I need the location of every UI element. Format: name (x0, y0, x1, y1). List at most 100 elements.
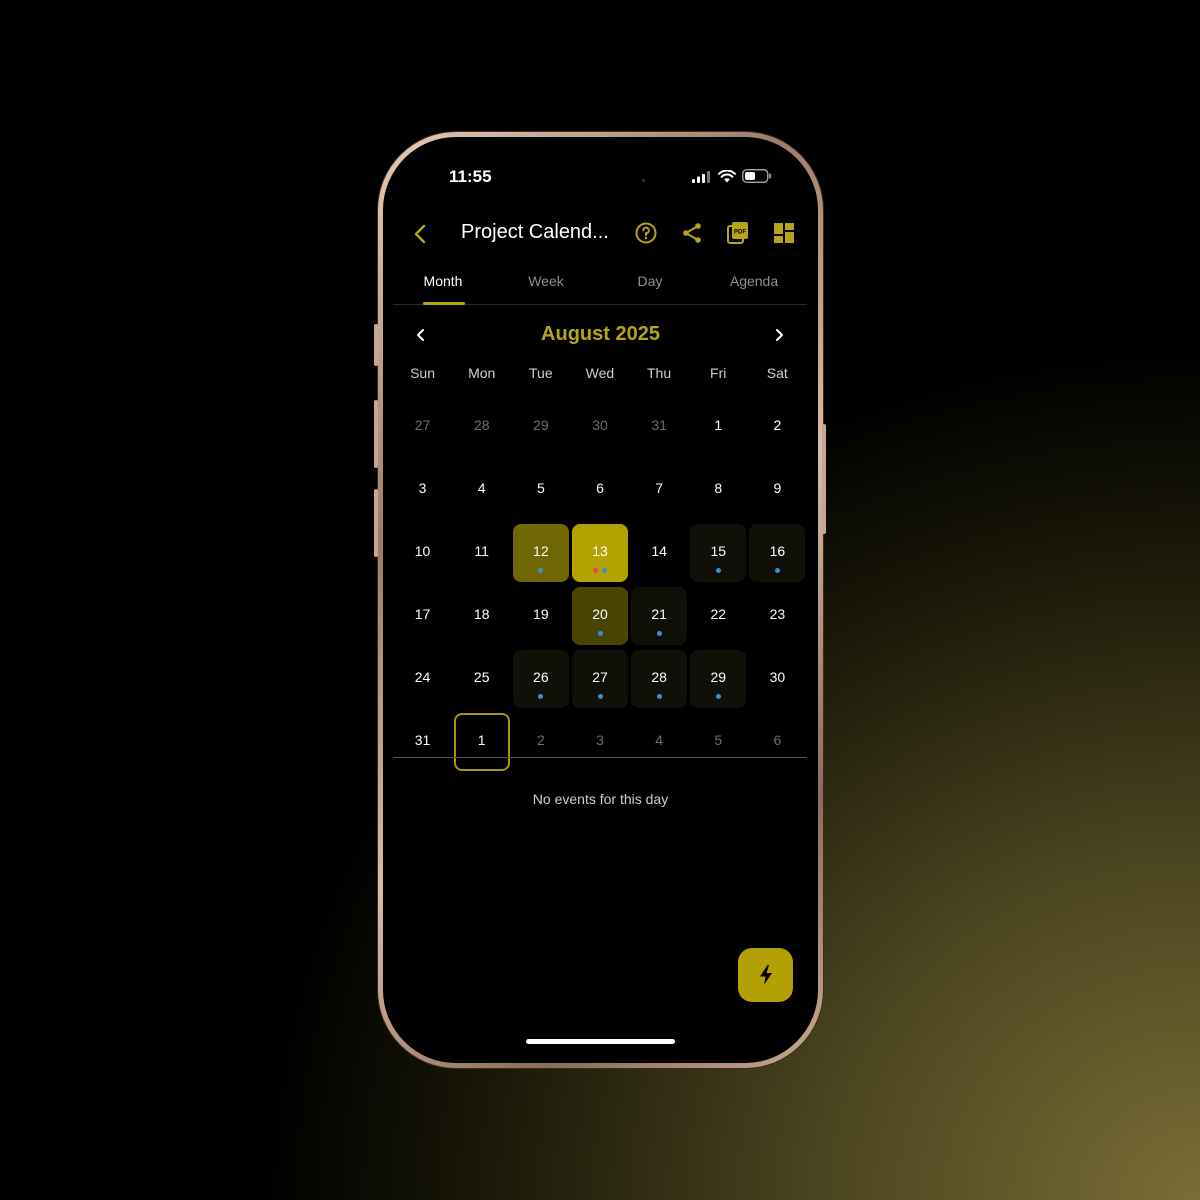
day-number: 28 (651, 669, 667, 685)
event-indicators (513, 694, 569, 699)
calendar-day[interactable]: 2 (513, 711, 569, 769)
day-number: 5 (714, 732, 723, 748)
calendar-day[interactable]: 25 (454, 648, 510, 706)
svg-text:PDF: PDF (734, 230, 746, 236)
calendar-day[interactable]: 30 (572, 396, 628, 454)
day-number: 25 (473, 669, 490, 685)
calendar-day[interactable]: 4 (454, 459, 510, 517)
event-indicators (690, 694, 746, 699)
calendar-day[interactable]: 1 (690, 396, 746, 454)
calendar-day[interactable]: 11 (454, 522, 510, 580)
day-number: 28 (473, 417, 490, 433)
weekday-label: Wed (585, 365, 615, 381)
calendar-day[interactable]: 28 (631, 650, 688, 708)
calendar-day[interactable]: 7 (631, 459, 687, 517)
calendar-day[interactable]: 31 (395, 711, 451, 769)
calendar-day[interactable]: 23 (749, 585, 805, 643)
weekday-label: Sun (410, 365, 436, 381)
tab-week[interactable]: Week (496, 273, 596, 289)
event-dot (656, 631, 662, 636)
calendar-day[interactable]: 28 (454, 396, 510, 454)
calendar-day[interactable]: 2 (749, 396, 805, 454)
wifi-icon (718, 169, 736, 188)
tab-agenda[interactable]: Agenda (704, 273, 804, 289)
day-number: 1 (714, 417, 723, 433)
calendar-day[interactable]: 16 (749, 524, 806, 582)
calendar-day[interactable]: 30 (749, 648, 805, 706)
event-indicators (572, 694, 628, 699)
event-indicators (631, 694, 687, 699)
calendar-day[interactable]: 1 (453, 713, 510, 771)
tab-month[interactable]: Month (393, 273, 493, 289)
volume-up-button (374, 400, 378, 468)
lightning-icon (759, 965, 772, 985)
status-time: 11:55 (449, 167, 492, 186)
calendar-day[interactable]: 3 (572, 711, 628, 769)
quick-action-button[interactable] (738, 948, 793, 1002)
day-number: 30 (592, 417, 608, 433)
weekday-label: Mon (468, 365, 496, 381)
calendar-day[interactable]: 18 (454, 585, 510, 643)
help-icon (635, 222, 657, 244)
calendar-day[interactable]: 15 (690, 524, 747, 582)
calendar-day[interactable]: 9 (749, 459, 805, 517)
day-number: 9 (773, 480, 782, 496)
pdf-button[interactable]: PDF (725, 220, 751, 246)
calendar-day[interactable]: 17 (395, 585, 451, 643)
day-number: 4 (477, 480, 486, 496)
calendar-day[interactable]: 6 (749, 711, 805, 769)
calendar-day[interactable]: 31 (631, 396, 687, 454)
calendar-day[interactable]: 6 (572, 459, 628, 517)
empty-events-message: No events for this day (532, 791, 669, 807)
weekday-label: Fri (710, 365, 727, 381)
day-number: 7 (655, 480, 664, 496)
share-button[interactable] (679, 220, 705, 246)
calendar-day[interactable]: 12 (512, 524, 569, 582)
calendar-day[interactable]: 20 (572, 587, 628, 645)
event-indicators (513, 568, 569, 573)
event-dot (602, 568, 607, 573)
next-month-button[interactable] (769, 325, 789, 345)
event-indicators (572, 568, 628, 573)
calendar-day[interactable]: 24 (395, 648, 451, 706)
calendar-day[interactable]: 27 (395, 396, 451, 454)
event-dot (538, 694, 544, 699)
calendar-day[interactable]: 4 (631, 711, 687, 769)
day-number: 15 (710, 543, 727, 559)
day-number: 10 (414, 543, 431, 559)
day-number: 3 (418, 480, 427, 496)
event-dot (715, 568, 721, 573)
share-icon (683, 223, 701, 243)
event-indicators (572, 631, 628, 636)
view-tabs: Month Week Day Agenda (393, 263, 807, 305)
calendar-day[interactable]: 5 (513, 459, 569, 517)
day-number: 2 (536, 732, 545, 748)
day-number: 12 (533, 543, 549, 559)
help-button[interactable] (633, 220, 659, 246)
tab-day[interactable]: Day (600, 273, 700, 289)
calendar-day[interactable]: 29 (690, 650, 747, 708)
chevron-left-icon (414, 224, 426, 244)
event-dot (593, 568, 598, 573)
calendar-day[interactable]: 3 (395, 459, 451, 517)
calendar-day[interactable]: 26 (512, 650, 569, 708)
divider (393, 757, 807, 758)
calendar-day[interactable]: 10 (395, 522, 451, 580)
day-number: 22 (710, 606, 727, 622)
layout-button[interactable] (771, 220, 797, 246)
calendar-day[interactable]: 13 (572, 524, 628, 582)
day-number: 1 (477, 732, 486, 748)
calendar-day[interactable]: 27 (572, 650, 628, 708)
calendar-day[interactable]: 21 (631, 587, 688, 645)
calendar-day[interactable]: 29 (513, 396, 569, 454)
calendar-day[interactable]: 22 (690, 585, 746, 643)
calendar-day[interactable]: 5 (690, 711, 746, 769)
back-button[interactable] (409, 221, 433, 247)
calendar-day[interactable]: 8 (690, 459, 746, 517)
day-number: 5 (536, 480, 545, 496)
calendar-day[interactable]: 19 (513, 585, 569, 643)
event-dot (656, 694, 662, 699)
event-dot (597, 631, 603, 636)
calendar-day[interactable]: 14 (631, 522, 687, 580)
signal-icon (692, 170, 712, 188)
